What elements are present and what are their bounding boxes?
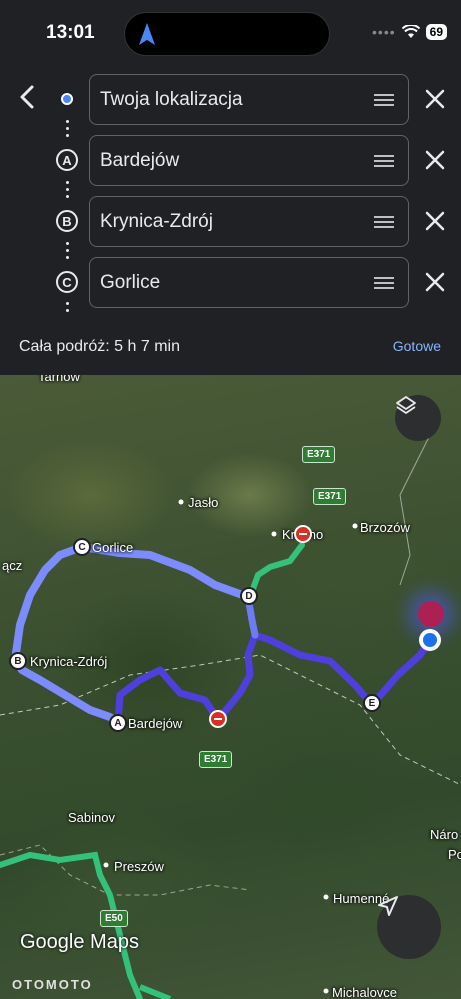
connector-dots (64, 242, 70, 259)
stop-marker-c: C (56, 271, 78, 293)
waypoint-b[interactable]: B (9, 652, 27, 670)
current-location-dot (419, 629, 441, 651)
status-time: 13:01 (46, 22, 95, 43)
stop-field-origin[interactable]: Twoja lokalizacja (89, 74, 409, 125)
road-badge: E371 (302, 446, 336, 463)
road-badge: E371 (199, 751, 233, 768)
place-label: Sabinov (68, 810, 115, 825)
map-view[interactable]: Tarnów Jasło Krosno Brzozów Gorlice ącz … (0, 375, 461, 999)
layers-button[interactable] (395, 395, 441, 441)
connector-dots (64, 120, 70, 137)
drag-handle-icon[interactable] (374, 277, 394, 289)
stop-name: Krynica-Zdrój (100, 211, 213, 232)
place-label: Bardejów (128, 716, 183, 731)
battery-indicator: 69 (425, 24, 447, 40)
close-icon[interactable] (424, 88, 446, 110)
drag-handle-icon[interactable] (374, 94, 394, 106)
wifi-icon (401, 25, 420, 38)
route-segment-light (11, 543, 122, 727)
otomoto-watermark: OTOMOTO (12, 977, 93, 992)
alternate-route (247, 542, 305, 600)
close-icon[interactable] (424, 210, 446, 232)
dynamic-island (124, 12, 330, 56)
google-maps-logo: Google Maps (20, 931, 139, 953)
connector-dots (64, 181, 70, 198)
recenter-button[interactable] (377, 895, 441, 959)
back-arrow-icon[interactable] (14, 82, 42, 112)
drag-handle-icon[interactable] (374, 216, 394, 228)
place-label: ącz (2, 558, 23, 573)
place-label: Preszów (114, 859, 164, 874)
road-e50 (138, 984, 172, 999)
navigation-arrow-icon (139, 23, 155, 45)
stop-field-b[interactable]: Krynica-Zdrój (89, 196, 409, 247)
waypoint-d[interactable]: D (240, 587, 258, 605)
stop-name: Bardejów (100, 150, 180, 171)
route-segment-dark (114, 631, 434, 727)
destination-pin[interactable] (418, 601, 444, 627)
current-location-marker (56, 88, 78, 110)
road-badge: E371 (313, 488, 347, 505)
waypoint-c[interactable]: C (73, 538, 91, 556)
place-label: Gorlice (92, 540, 134, 555)
place-label: Michalovce (332, 985, 398, 999)
signal-icon: •••• (372, 24, 396, 40)
navigation-arrow-icon (378, 896, 398, 916)
place-label: Tarnów (38, 375, 80, 384)
done-button[interactable]: Gotowe (393, 338, 441, 354)
road-badge: E50 (100, 910, 128, 927)
stop-marker-a: A (56, 149, 78, 171)
place-label: Po (448, 847, 461, 862)
stop-field-c[interactable]: Gorlice (89, 257, 409, 308)
road-closure-icon[interactable] (209, 710, 227, 728)
connector-dots (64, 302, 70, 312)
stop-field-a[interactable]: Bardejów (89, 135, 409, 186)
stop-name: Twoja lokalizacja (100, 89, 243, 110)
stop-marker-b: B (56, 210, 78, 232)
waypoint-a[interactable]: A (109, 714, 127, 732)
road-closure-icon[interactable] (294, 525, 312, 543)
place-label: Náro (430, 827, 459, 842)
waypoint-e[interactable]: E (363, 694, 381, 712)
status-bar: 13:01 •••• 69 (0, 0, 461, 60)
stop-name: Gorlice (100, 272, 161, 293)
layers-icon (396, 396, 416, 414)
place-label: Jasło (188, 495, 219, 510)
place-label: Krynica-Zdrój (30, 654, 108, 669)
close-icon[interactable] (424, 149, 446, 171)
drag-handle-icon[interactable] (374, 155, 394, 167)
trip-summary: Cała podróż: 5 h 7 min (19, 338, 180, 355)
status-right: •••• 69 (372, 24, 447, 40)
place-label: Brzozów (360, 520, 410, 535)
close-icon[interactable] (424, 271, 446, 293)
